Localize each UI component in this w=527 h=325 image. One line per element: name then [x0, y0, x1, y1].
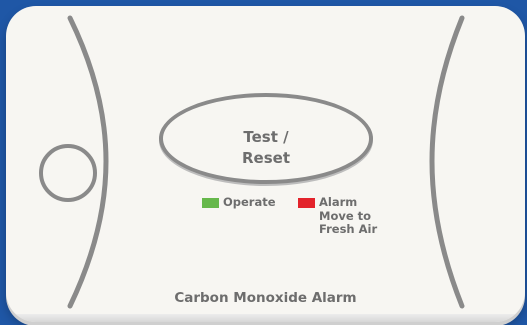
- alarm-text: Alarm Move to Fresh Air: [319, 195, 378, 237]
- alarm-sub-line2: Fresh Air: [319, 222, 378, 236]
- alarm-indicator: Alarm Move to Fresh Air: [298, 195, 378, 237]
- co-alarm-device: Test / Reset Operate Alarm Move to Fresh…: [6, 6, 525, 322]
- test-label-line2: Reset: [242, 149, 290, 167]
- test-label-line1: Test /: [243, 128, 289, 146]
- test-reset-button[interactable]: Test / Reset: [159, 93, 373, 184]
- alarm-led: [298, 198, 315, 208]
- test-reset-label: Test / Reset: [163, 127, 369, 169]
- alarm-label: Alarm: [319, 195, 358, 209]
- right-bracket: [429, 15, 465, 309]
- operate-led: [202, 198, 219, 208]
- operate-label: Operate: [223, 195, 276, 209]
- side-round-button[interactable]: [39, 144, 97, 202]
- alarm-sub-line1: Move to: [319, 208, 372, 223]
- operate-indicator: Operate: [202, 195, 276, 210]
- device-title: Carbon Monoxide Alarm: [174, 290, 357, 306]
